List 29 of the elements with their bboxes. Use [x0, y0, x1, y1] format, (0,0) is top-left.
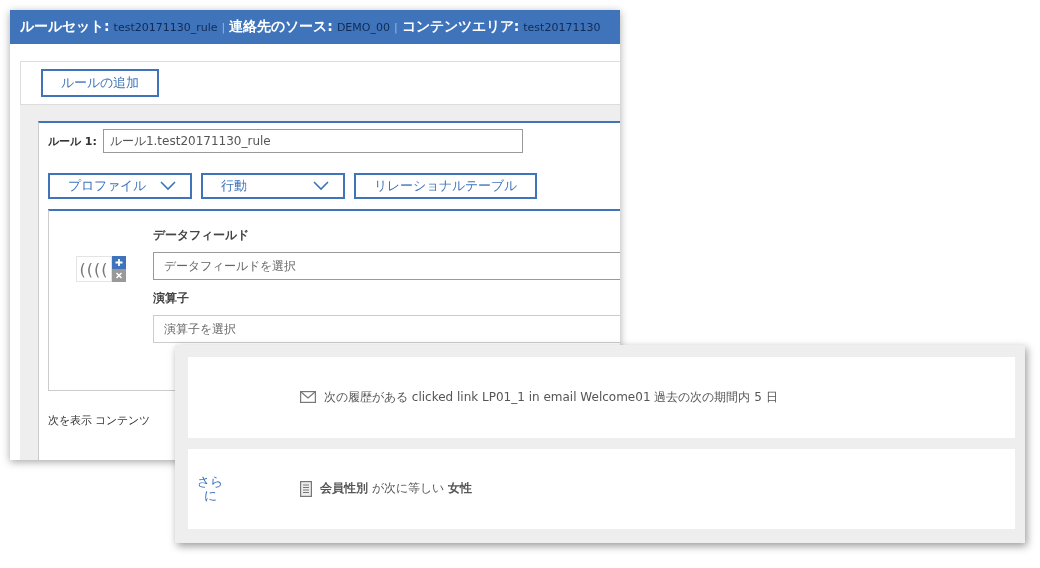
rule-name-field[interactable]: ルール1.test20171130_rule	[102, 129, 523, 153]
tab-button[interactable]: リレーショナルテーブル	[354, 173, 537, 199]
field-label: データフィールド	[153, 227, 250, 244]
dropdown-button[interactable]: プロファイル	[48, 173, 192, 199]
header-label: ルールセット:	[20, 18, 110, 36]
header-label: コンテンツエリア:	[401, 18, 520, 36]
header-value: test20171130_rule	[113, 20, 218, 34]
header-separator: |	[221, 20, 226, 34]
data-field-select[interactable]: データフィールドを選択	[153, 252, 620, 280]
operator-select[interactable]: 演算子を選択	[153, 315, 620, 343]
envelope-icon	[300, 391, 316, 404]
chevron-down-icon	[313, 181, 329, 191]
header-value: DEMO_00	[336, 20, 390, 34]
chevron-down-icon	[160, 181, 176, 191]
remove-icon[interactable]	[112, 269, 127, 282]
header-separator: |	[393, 20, 398, 34]
dropdown-button[interactable]: 行動	[201, 173, 345, 199]
add-icon[interactable]	[112, 256, 127, 269]
header-label: 連絡先のソース:	[229, 18, 333, 36]
footer-text: 次を表示 コンテンツ	[48, 413, 152, 428]
rule-label: ルール 1:	[48, 133, 97, 149]
parentheses-control[interactable]: ((((	[75, 256, 113, 282]
document-icon	[300, 480, 312, 497]
more-link[interactable]: さらに	[196, 475, 225, 503]
field-label: 演算子	[153, 290, 190, 307]
condition-text: 次の履歴がある clicked link LP01_1 in email Welcome01 過去の次の期間内 5 日	[324, 388, 778, 406]
header-value: test20171130	[523, 20, 601, 34]
add-rule-button[interactable]: ルールの追加	[41, 69, 159, 97]
condition-text: 会員性別 が次に等しい 女性	[320, 480, 472, 498]
